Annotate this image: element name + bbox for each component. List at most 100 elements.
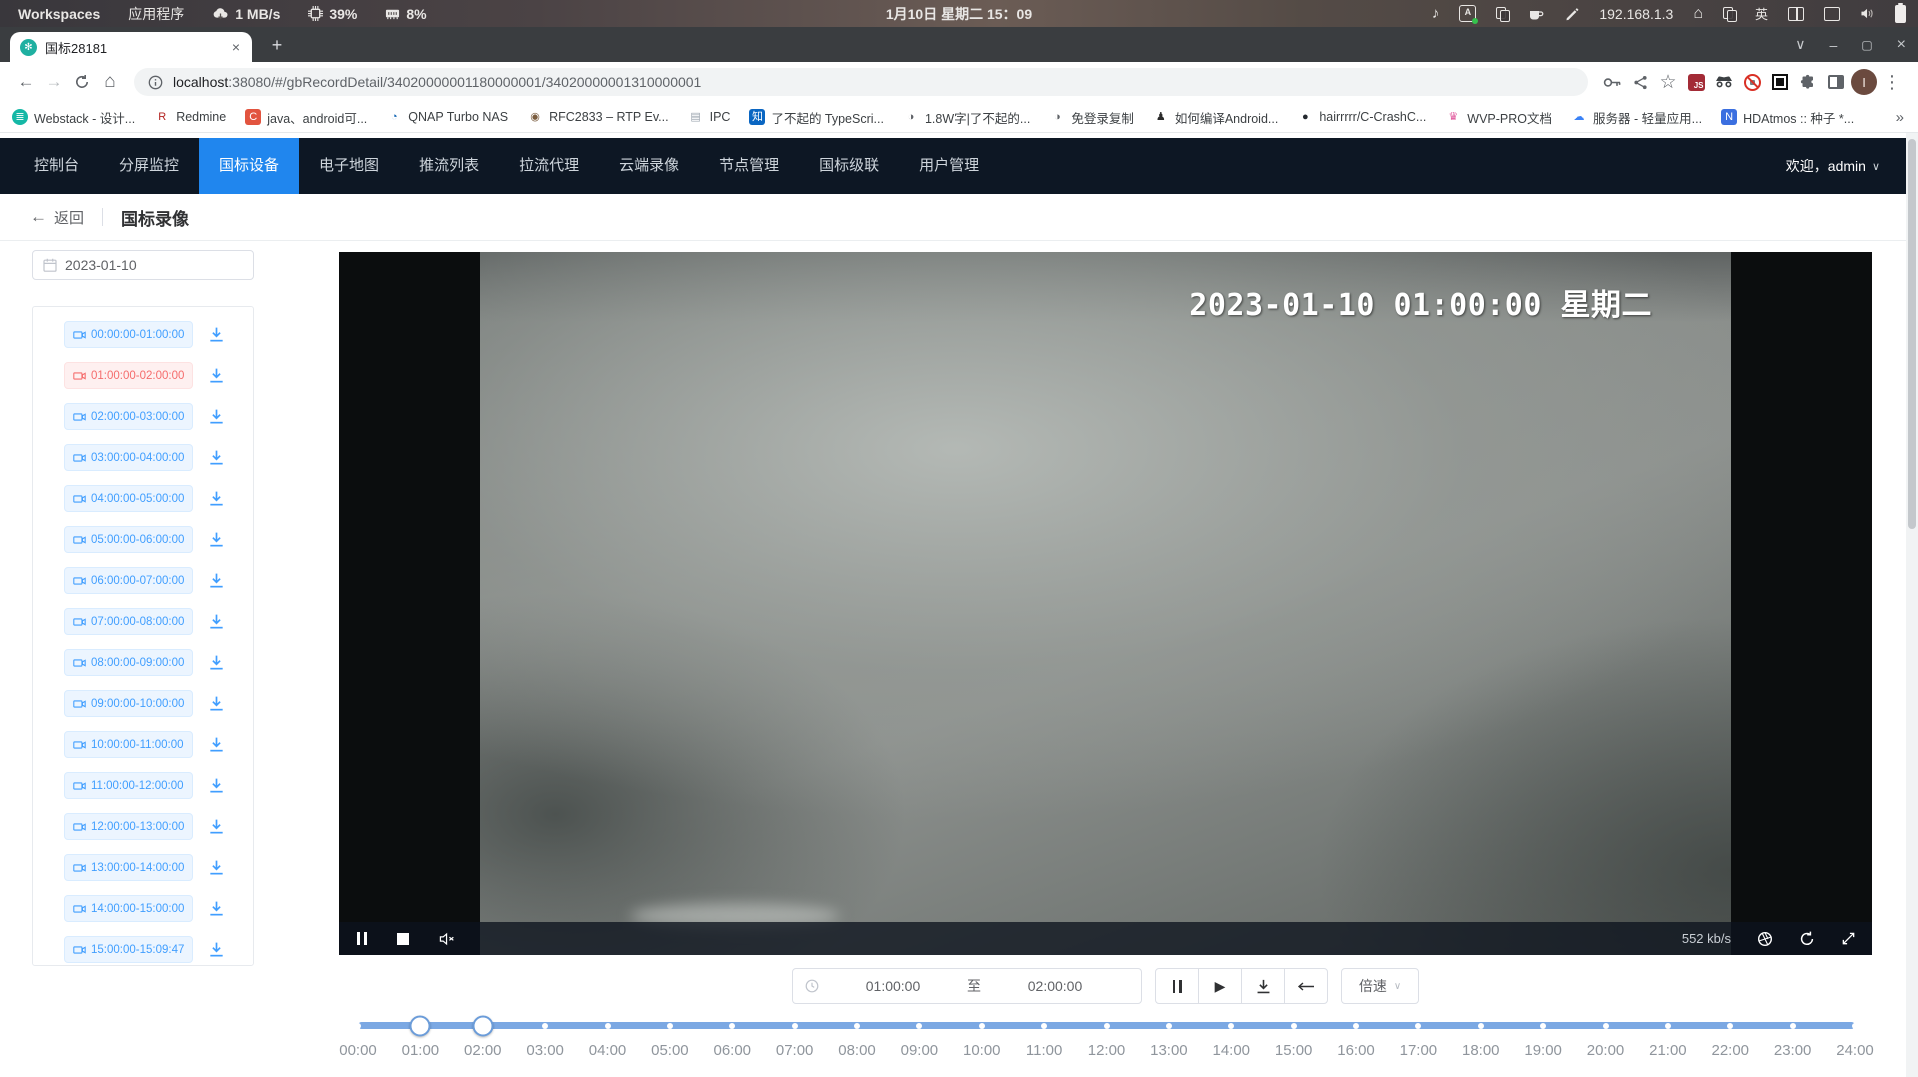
segment-download-icon[interactable] [208, 531, 225, 548]
screenshot-tray-icon[interactable]: A [1459, 5, 1476, 22]
extension-js-icon[interactable]: JS [1682, 68, 1710, 96]
teacup-tray-icon[interactable] [1528, 7, 1544, 21]
bookmark-item[interactable]: ◉ RFC2833 – RTP Ev... [527, 109, 669, 125]
segment-download-icon[interactable] [208, 941, 225, 958]
segment-play-button[interactable]: 14:00:00-15:00:00 [64, 895, 193, 922]
welcome-user-menu[interactable]: 欢迎，admin ∨ [1786, 156, 1906, 176]
segment-play-button[interactable]: 10:00:00-11:00:00 [64, 731, 193, 758]
volume-icon[interactable] [1860, 7, 1875, 20]
window-minimize-button[interactable]: – [1830, 37, 1838, 53]
end-time-input[interactable]: 02:00:00 [981, 978, 1129, 994]
segment-play-button[interactable]: 02:00:00-03:00:00 [64, 403, 193, 430]
extension-qr-icon[interactable] [1766, 68, 1794, 96]
segment-download-icon[interactable] [208, 408, 225, 425]
player-pause-icon[interactable] [357, 932, 367, 945]
nav-item-国标设备[interactable]: 国标设备 [199, 138, 299, 194]
segment-download-icon[interactable] [208, 777, 225, 794]
refresh-icon[interactable] [1799, 931, 1815, 947]
scrollbar-thumb[interactable] [1908, 139, 1916, 529]
nav-item-电子地图[interactable]: 电子地图 [299, 138, 399, 194]
timeline-handle[interactable] [472, 1015, 493, 1036]
bookmark-item[interactable]: ♟ 如何编译Android... [1153, 108, 1279, 127]
nav-item-国标级联[interactable]: 国标级联 [799, 138, 899, 194]
tab-close-icon[interactable]: × [230, 39, 242, 55]
url-bar[interactable]: localhost:38080/#/gbRecordDetail/3402000… [134, 68, 1588, 96]
segment-download-icon[interactable] [208, 818, 225, 835]
segment-play-button[interactable]: 01:00:00-02:00:00 [64, 362, 193, 389]
bookmark-star-icon[interactable]: ☆ [1654, 68, 1682, 96]
nav-item-用户管理[interactable]: 用户管理 [899, 138, 999, 194]
timeline-track[interactable] [358, 1022, 1855, 1029]
window-icon[interactable] [1824, 7, 1840, 21]
nav-item-拉流代理[interactable]: 拉流代理 [499, 138, 599, 194]
bookmark-item[interactable]: ☁ 服务器 - 轻量应用... [1571, 108, 1702, 127]
bookmark-item[interactable]: C java、android可... [245, 108, 367, 127]
bookmark-item[interactable]: N HDAtmos :: 种子 *... [1721, 108, 1854, 127]
segment-play-button[interactable]: 15:00:00-15:09:47 [64, 936, 193, 963]
playback-speed-dropdown[interactable]: 倍速 ∨ [1341, 968, 1419, 1004]
download-button[interactable] [1241, 968, 1285, 1004]
profile-avatar[interactable]: I [1850, 68, 1878, 96]
battery-icon[interactable] [1895, 5, 1906, 23]
segment-download-icon[interactable] [208, 900, 225, 917]
reload-button[interactable] [68, 68, 96, 96]
time-range-picker[interactable]: 01:00:00 至 02:00:00 [792, 968, 1142, 1004]
bookmark-item[interactable]: ◑ 免登录复制 [1049, 108, 1134, 127]
nav-item-云端录像[interactable]: 云端录像 [599, 138, 699, 194]
window-maximize-button[interactable]: ▢ [1861, 38, 1872, 52]
applications-menu[interactable]: 应用程序 [128, 4, 184, 24]
nav-item-推流列表[interactable]: 推流列表 [399, 138, 499, 194]
segment-download-icon[interactable] [208, 367, 225, 384]
browser-tab[interactable]: ✻ 国标28181 × [10, 32, 252, 62]
share-icon[interactable] [1626, 68, 1654, 96]
nav-item-分屏监控[interactable]: 分屏监控 [99, 138, 199, 194]
bookmark-item[interactable]: ● hairrrrr/C-CrashC... [1297, 109, 1426, 125]
segment-download-icon[interactable] [208, 859, 225, 876]
bookmark-item[interactable]: ◑ 1.8W字|了不起的... [903, 108, 1030, 127]
segment-play-button[interactable]: 06:00:00-07:00:00 [64, 567, 193, 594]
timeline-handle[interactable] [410, 1015, 431, 1036]
bookmark-item[interactable]: ≣ Webstack - 设计... [12, 108, 135, 127]
start-time-input[interactable]: 01:00:00 [819, 978, 967, 994]
window-close-button[interactable]: × [1897, 36, 1906, 54]
segment-download-icon[interactable] [208, 449, 225, 466]
page-scrollbar[interactable] [1906, 133, 1918, 1077]
workspaces-button[interactable]: Workspaces [18, 6, 100, 22]
nav-item-控制台[interactable]: 控制台 [14, 138, 99, 194]
segment-download-icon[interactable] [208, 736, 225, 753]
clipboard-tray-icon[interactable] [1496, 7, 1508, 21]
window-split-icon[interactable] [1788, 7, 1804, 21]
pause-button[interactable] [1155, 968, 1199, 1004]
segment-play-button[interactable]: 07:00:00-08:00:00 [64, 608, 193, 635]
home-tray-icon[interactable]: ⌂ [1693, 5, 1703, 23]
new-tab-button[interactable]: + [266, 34, 288, 56]
browser-menu-icon[interactable]: ⋮ [1878, 68, 1906, 96]
bookmark-item[interactable]: ◔ QNAP Turbo NAS [386, 109, 508, 125]
bookmarks-overflow-icon[interactable]: » [1896, 102, 1904, 133]
workspaces-tray-icon[interactable] [1723, 7, 1735, 21]
segment-play-button[interactable]: 05:00:00-06:00:00 [64, 526, 193, 553]
segment-play-button[interactable]: 11:00:00-12:00:00 [64, 772, 193, 799]
segment-download-icon[interactable] [208, 613, 225, 630]
snapshot-aperture-icon[interactable] [1757, 931, 1773, 947]
bookmark-item[interactable]: ♛ WVP-PRO文档 [1445, 108, 1552, 127]
segment-play-button[interactable]: 12:00:00-13:00:00 [64, 813, 193, 840]
back-button[interactable]: ← [12, 68, 40, 96]
password-key-icon[interactable] [1598, 68, 1626, 96]
segment-download-icon[interactable] [208, 654, 225, 671]
seek-back-button[interactable] [1284, 968, 1328, 1004]
segment-play-button[interactable]: 03:00:00-04:00:00 [64, 444, 193, 471]
bookmark-item[interactable]: R Redmine [154, 109, 226, 125]
tab-search-icon[interactable]: ∨ [1795, 36, 1805, 53]
extension-camera-block-icon[interactable] [1738, 68, 1766, 96]
segment-play-button[interactable]: 09:00:00-10:00:00 [64, 690, 193, 717]
play-button[interactable]: ▶ [1198, 968, 1242, 1004]
forward-button[interactable]: → [40, 68, 68, 96]
extension-incognito-icon[interactable] [1710, 68, 1738, 96]
segment-download-icon[interactable] [208, 695, 225, 712]
segment-play-button[interactable]: 13:00:00-14:00:00 [64, 854, 193, 881]
ip-address[interactable]: 192.168.1.3 [1599, 6, 1673, 22]
segment-play-button[interactable]: 04:00:00-05:00:00 [64, 485, 193, 512]
side-panel-icon[interactable] [1822, 68, 1850, 96]
segment-download-icon[interactable] [208, 326, 225, 343]
